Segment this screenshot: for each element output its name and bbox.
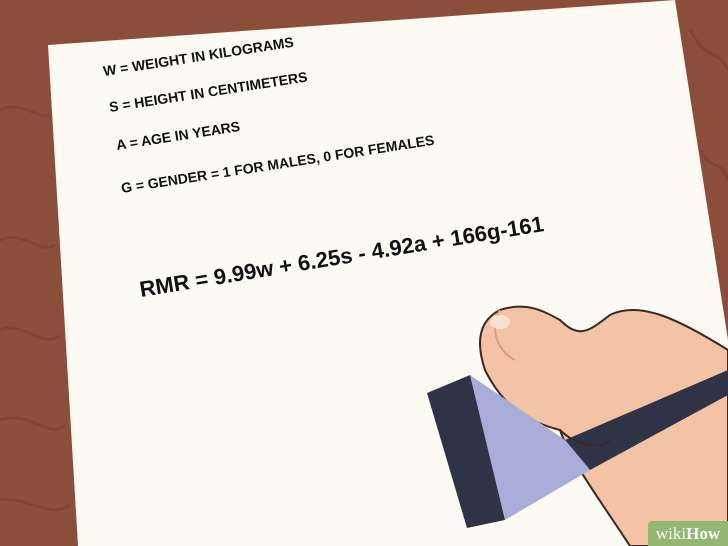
watermark-how: How xyxy=(686,523,721,543)
watermark-wiki: wiki xyxy=(655,523,687,543)
wikihow-watermark: wiki How xyxy=(648,521,728,546)
illustration: W = WEIGHT IN KILOGRAMS S = HEIGHT IN CE… xyxy=(0,0,728,546)
